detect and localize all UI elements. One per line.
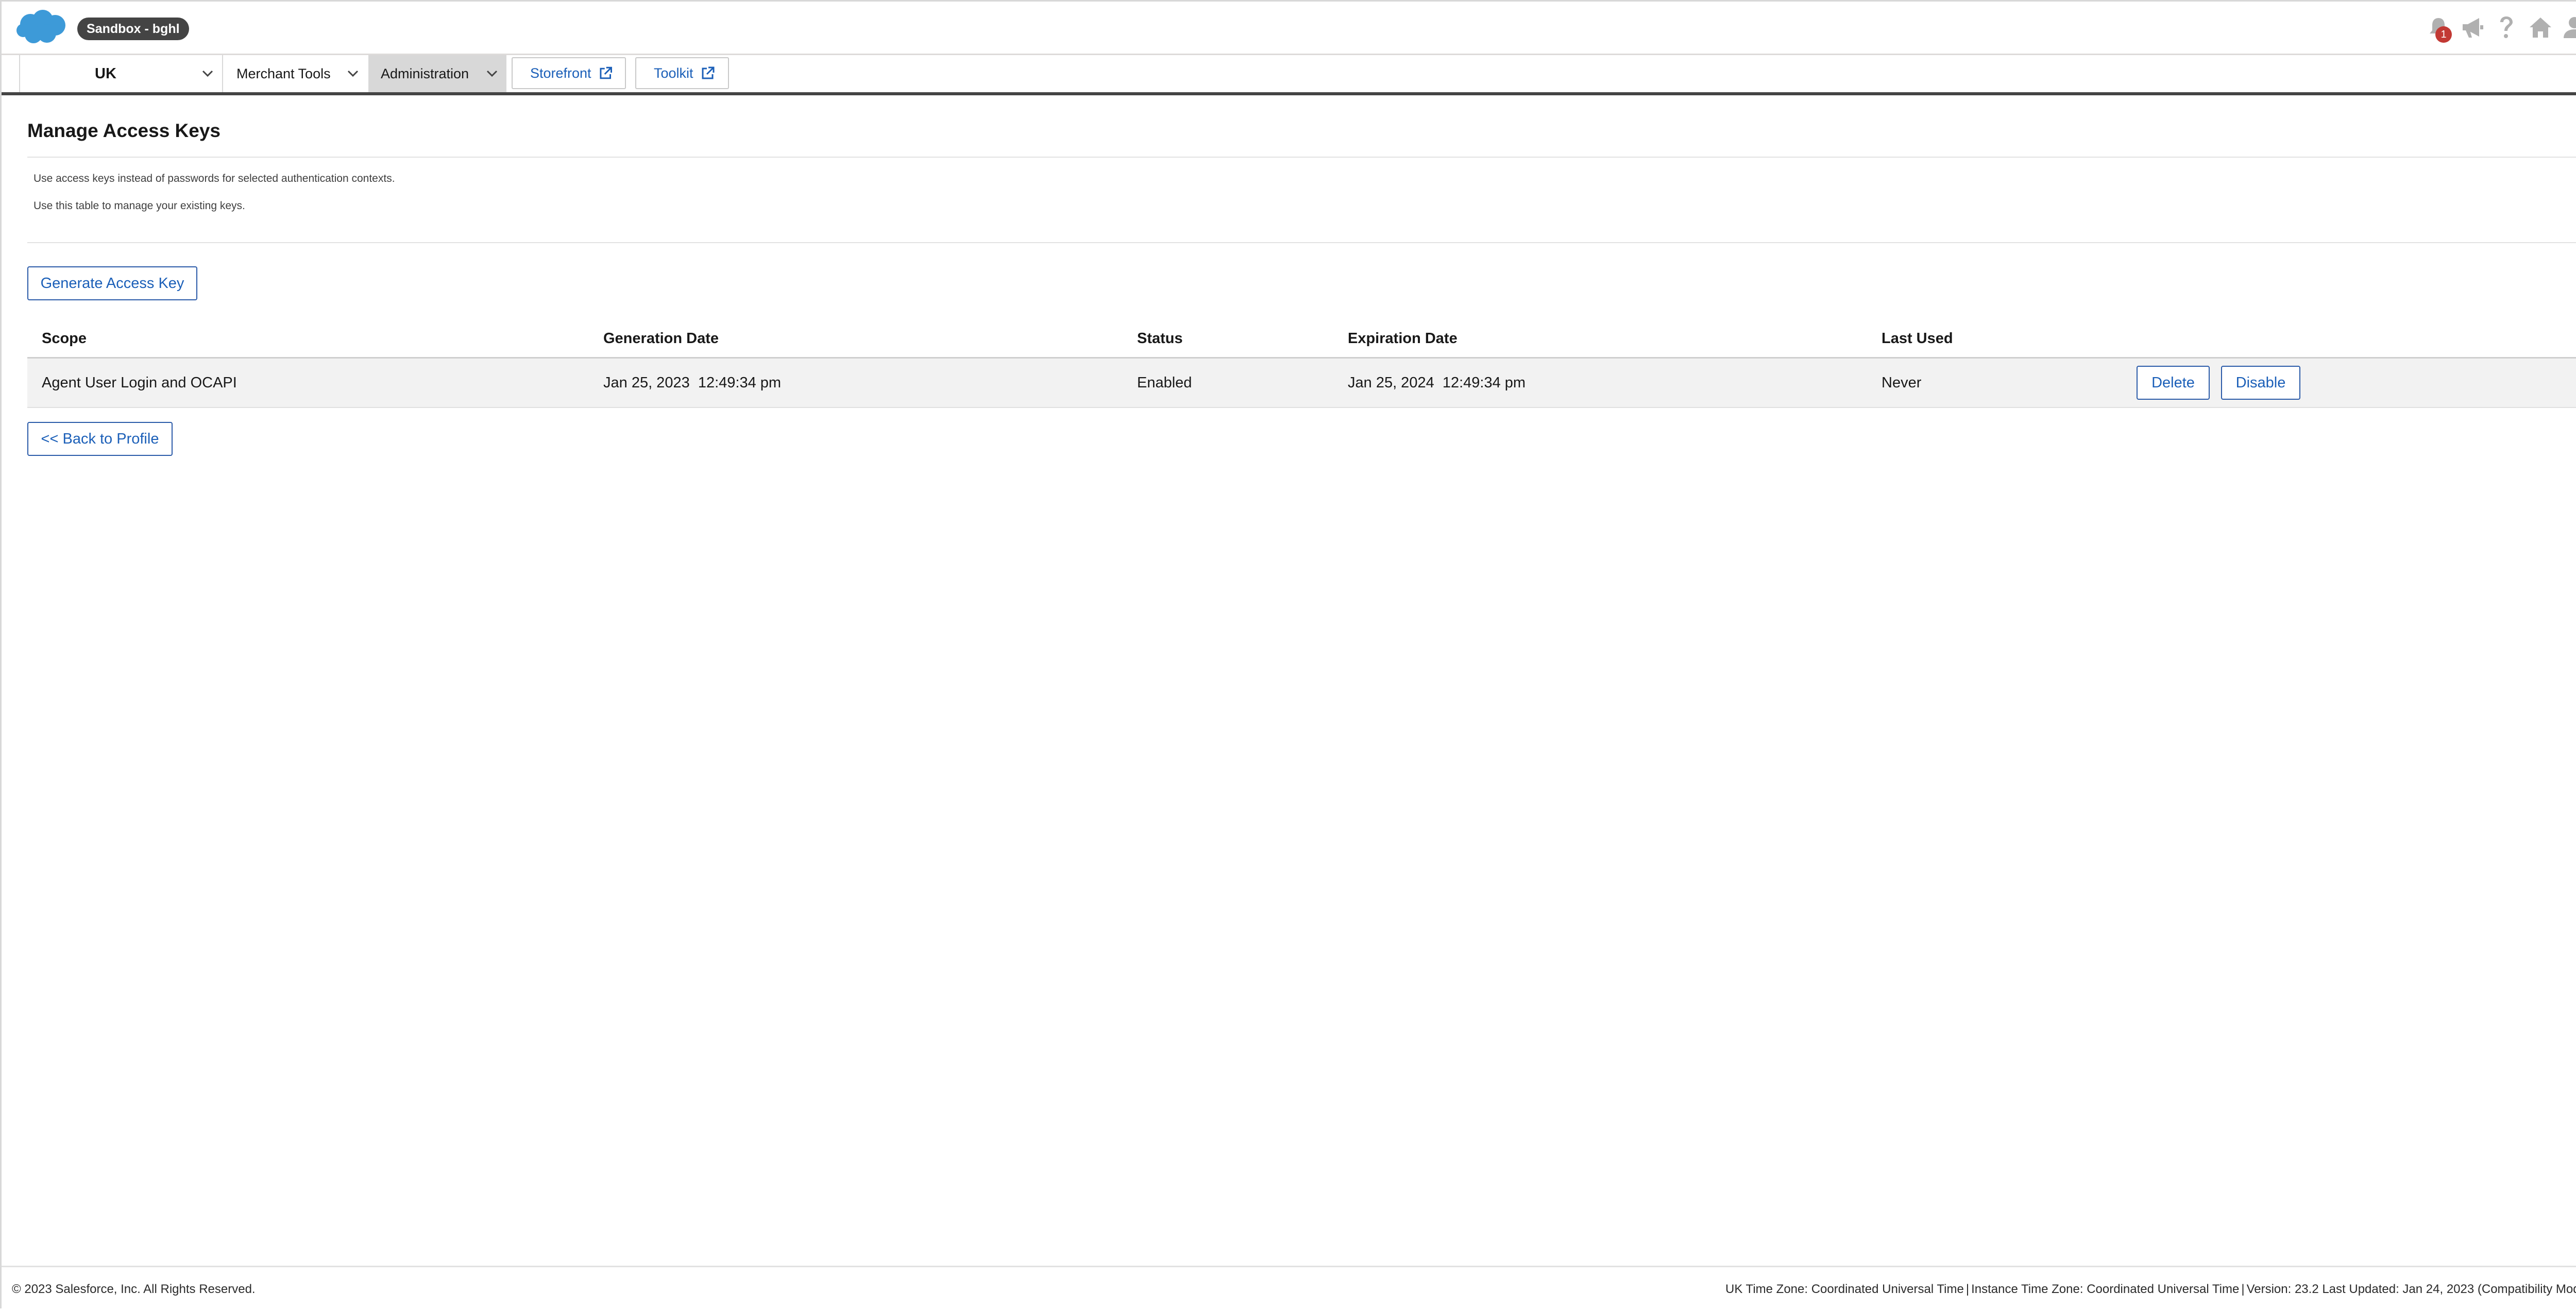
column-header-scope: Scope xyxy=(42,330,87,347)
tab-storefront[interactable]: Storefront xyxy=(512,57,626,89)
tab-toolkit[interactable]: Toolkit xyxy=(635,57,729,89)
user-icon[interactable] xyxy=(2561,14,2576,41)
footer-info: UK Time Zone: Coordinated Universal Time… xyxy=(1725,1282,2576,1297)
tab-storefront-label: Storefront xyxy=(530,65,591,81)
table-row: Agent User Login and OCAPI Jan 25, 2023 … xyxy=(27,359,2576,408)
home-icon[interactable] xyxy=(2527,14,2554,41)
instance-timezone-text: Instance Time Zone: Coordinated Universa… xyxy=(1971,1282,2240,1296)
cell-status: Enabled xyxy=(1137,375,1192,391)
site-selector-label: UK xyxy=(95,65,116,82)
description-text-2: Use this table to manage your existing k… xyxy=(33,200,245,212)
cell-scope: Agent User Login and OCAPI xyxy=(42,375,237,391)
footer-separator: | xyxy=(1965,1282,1970,1296)
page-title: Manage Access Keys xyxy=(27,120,221,141)
megaphone-icon[interactable] xyxy=(2459,14,2486,41)
menu-merchant-tools[interactable]: Merchant Tools xyxy=(224,55,367,92)
chevron-down-icon xyxy=(486,70,498,77)
cell-last-used: Never xyxy=(1882,375,1922,391)
menu-merchant-tools-label: Merchant Tools xyxy=(236,66,331,81)
notification-count-badge: 1 xyxy=(2435,26,2452,43)
table-header: Scope Generation Date Status Expiration … xyxy=(27,323,2576,359)
column-header-status: Status xyxy=(1137,330,1183,347)
site-timezone-text: UK Time Zone: Coordinated Universal Time xyxy=(1725,1282,1964,1296)
cell-generation-date: Jan 25, 2023 12:49:34 pm xyxy=(603,375,782,391)
generate-access-key-button[interactable]: Generate Access Key xyxy=(27,266,197,300)
description-divider xyxy=(27,242,2576,243)
column-header-generation-date: Generation Date xyxy=(603,330,719,347)
help-icon[interactable] xyxy=(2493,14,2520,41)
column-header-last-used: Last Used xyxy=(1882,330,1953,347)
copyright-text: © 2023 Salesforce, Inc. All Rights Reser… xyxy=(12,1282,256,1296)
bell-icon[interactable]: 1 xyxy=(2425,14,2452,43)
site-selector[interactable]: UK xyxy=(19,55,223,92)
column-header-expiration-date: Expiration Date xyxy=(1348,330,1458,347)
main-nav: UK Merchant Tools Administration Storefr… xyxy=(2,55,2576,95)
title-divider xyxy=(27,157,2576,158)
external-link-icon xyxy=(600,66,612,79)
chevron-down-icon xyxy=(347,70,359,77)
cell-expiration-date: Jan 25, 2024 12:49:34 pm xyxy=(1348,375,1526,391)
delete-button[interactable]: Delete xyxy=(2137,366,2210,400)
footer: © 2023 Salesforce, Inc. All Rights Reser… xyxy=(2,1266,2576,1310)
version-text: Version: 23.2 Last Updated: Jan 24, 2023… xyxy=(2246,1282,2576,1296)
salesforce-cloud-icon[interactable] xyxy=(16,9,67,45)
sandbox-badge: Sandbox - bghl xyxy=(77,18,189,40)
chevron-down-icon xyxy=(202,70,213,77)
disable-button[interactable]: Disable xyxy=(2221,366,2300,400)
back-to-profile-button[interactable]: << Back to Profile xyxy=(27,422,173,456)
top-icon-bar: 1 xyxy=(2425,14,2576,43)
external-link-icon xyxy=(702,66,715,79)
description-text-1: Use access keys instead of passwords for… xyxy=(33,173,395,184)
menu-administration-label: Administration xyxy=(381,66,469,81)
menu-administration[interactable]: Administration xyxy=(368,55,506,92)
footer-separator: | xyxy=(2241,1282,2245,1296)
tab-toolkit-label: Toolkit xyxy=(654,65,693,81)
top-bar: Sandbox - bghl 1 xyxy=(2,2,2576,55)
